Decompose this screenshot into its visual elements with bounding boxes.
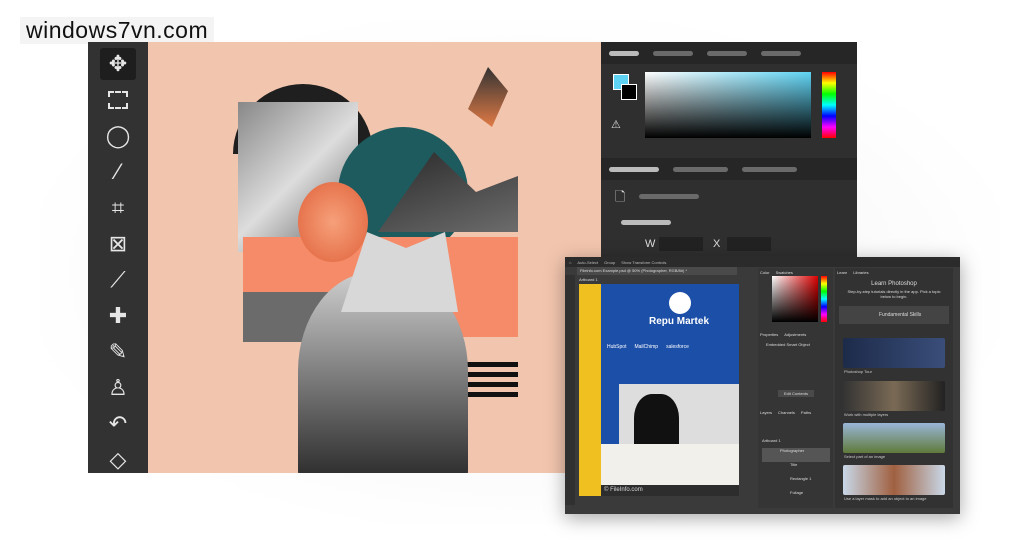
tutorial-caption[interactable]: Use a layer mask to add an object to an … (844, 496, 927, 501)
hue-slider[interactable] (822, 72, 836, 138)
eyedropper-tool-icon[interactable]: ⟋ (100, 264, 136, 296)
tab-patterns[interactable] (761, 50, 801, 56)
tab-properties[interactable] (609, 166, 659, 172)
tab-layers[interactable]: Layers (760, 410, 772, 415)
partner-logos: HubSpot MailChimp salesforce (607, 344, 689, 350)
right-panels: ⚠ 🗋 W X (601, 42, 857, 258)
layer-item[interactable]: Foliage (762, 490, 830, 504)
document-icon: 🗋 (615, 189, 626, 204)
tutorial-caption[interactable]: Photoshop Tour (844, 369, 872, 374)
tab-learn[interactable]: Learn (837, 270, 847, 275)
brand-logo (669, 292, 691, 314)
group-option[interactable]: Group (604, 260, 615, 265)
color-field[interactable] (645, 72, 811, 138)
history-brush-tool-icon[interactable]: ↶ (100, 408, 136, 440)
layer-item[interactable]: Artboard 1 (762, 438, 830, 448)
healing-brush-tool-icon[interactable]: ✚ (100, 300, 136, 332)
tutorial-thumb[interactable] (843, 423, 945, 453)
tab-color[interactable]: Color (760, 270, 770, 275)
tab-gradients[interactable] (707, 50, 747, 56)
layer-item[interactable]: Title (762, 462, 830, 476)
transform-controls-option[interactable]: Show Transform Controls (621, 260, 666, 265)
move-tool-icon[interactable]: ✥ (100, 48, 136, 80)
tab-properties[interactable]: Properties (760, 332, 778, 337)
document-tab[interactable]: Fileinfo.com Example.psd @ 50% (Photogra… (577, 267, 737, 275)
tab-paths[interactable]: Paths (801, 410, 811, 415)
background-color-swatch[interactable] (621, 84, 637, 100)
watermark: windows7vn.com (20, 17, 215, 44)
magic-wand-tool-icon[interactable]: ⁄ (100, 156, 136, 188)
properties-heading (639, 194, 699, 199)
credit: © FileInfo.com (601, 485, 739, 496)
crop-tool-icon[interactable]: ⌗ (100, 192, 136, 224)
brush-tool-icon[interactable]: ✎ (100, 336, 136, 368)
properties-panel-tabs (601, 158, 857, 180)
lasso-tool-icon[interactable]: ◯ (100, 120, 136, 152)
tutorial-thumb[interactable] (843, 381, 945, 411)
color-field[interactable] (772, 276, 818, 322)
mini-toolbar (565, 275, 575, 505)
tab-adjustments[interactable] (673, 166, 728, 172)
auto-select-option[interactable]: Auto-Select (577, 260, 598, 265)
table (601, 444, 739, 485)
mid-panels: Color Swatches Properties Adjustments Embe… (758, 268, 833, 508)
x-input[interactable] (727, 237, 771, 251)
tutorial-caption[interactable]: Work with multiple layers (844, 412, 888, 417)
photoshop-window-screenshot: ⌂ Auto-Select Group Show Transform Contr… (565, 257, 960, 514)
tab-channels[interactable]: Channels (778, 410, 795, 415)
width-input[interactable] (659, 237, 703, 251)
frame-tool-icon[interactable]: ⊠ (100, 228, 136, 260)
marquee-tool-icon[interactable] (100, 84, 136, 116)
tab-adjustments[interactable]: Adjustments (784, 332, 806, 337)
artboard-label: Artboard 1 (579, 277, 598, 282)
collage-butterfly (468, 67, 508, 127)
tab-libraries[interactable]: Libraries (853, 270, 868, 275)
learn-panel: Learn Libraries Learn Photoshop Step-by-s… (835, 268, 953, 508)
partner: MailChimp (634, 344, 659, 350)
tab-swatches[interactable] (653, 50, 693, 56)
edit-contents-button[interactable]: Edit Contents (778, 390, 814, 397)
width-label: W (645, 238, 656, 250)
partner: HubSpot (607, 344, 627, 350)
layers-list: Artboard 1 Photographer Title Rectangle … (762, 438, 830, 504)
tab-libraries[interactable] (742, 166, 797, 172)
topic-fundamental-skills[interactable]: Fundamental Skills (839, 306, 949, 324)
tab-swatches[interactable]: Swatches (776, 270, 793, 275)
tools-panel: ✥ ◯ ⁄ ⌗ ⊠ ⟋ ✚ ✎ ♙ ↶ ◇ (88, 42, 148, 473)
tutorial-thumb[interactable] (843, 465, 945, 495)
home-icon[interactable]: ⌂ (569, 260, 571, 265)
artwork-photo: Repu Martek HubSpot MailChimp salesforce… (579, 284, 739, 496)
tutorial-thumb[interactable] (843, 338, 945, 368)
tab-color[interactable] (609, 50, 639, 56)
color-panel-tabs (601, 42, 857, 64)
hue-slider[interactable] (821, 276, 827, 322)
eraser-tool-icon[interactable]: ◇ (100, 444, 136, 476)
clone-stamp-tool-icon[interactable]: ♙ (100, 372, 136, 404)
partner: salesforce (666, 344, 689, 350)
layer-item[interactable]: Rectangle 1 (762, 476, 830, 490)
gamut-warning-icon: ⚠ (611, 119, 621, 131)
x-label: X (713, 238, 721, 250)
options-bar: ⌂ Auto-Select Group Show Transform Contr… (565, 257, 960, 267)
brand-name: Repu Martek (649, 316, 710, 327)
transform-section[interactable] (621, 220, 671, 225)
tutorial-caption[interactable]: Select part of an image (844, 454, 885, 459)
document-canvas[interactable] (148, 42, 601, 473)
layer-item[interactable]: Photographer (762, 448, 830, 462)
yellow-banner (579, 284, 601, 496)
smart-object-label: Embedded Smart Object (766, 342, 810, 347)
learn-description: Step-by-step tutorials directly in the a… (847, 289, 941, 299)
collage-orange-flower (298, 182, 368, 262)
